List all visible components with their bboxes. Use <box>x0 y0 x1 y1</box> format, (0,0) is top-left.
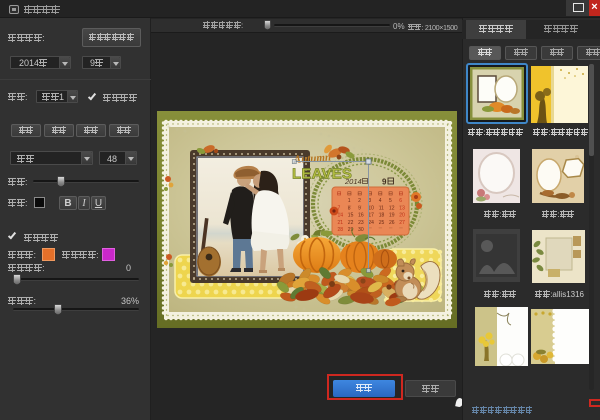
svg-text:LEAVES: LEAVES <box>292 166 352 183</box>
svg-text:4: 4 <box>379 198 382 204</box>
svg-text:2: 2 <box>358 198 361 204</box>
svg-text:5: 5 <box>389 198 392 204</box>
svg-text:1: 1 <box>348 198 351 204</box>
svg-text:9: 9 <box>382 178 387 187</box>
svg-text:6: 6 <box>399 198 402 204</box>
